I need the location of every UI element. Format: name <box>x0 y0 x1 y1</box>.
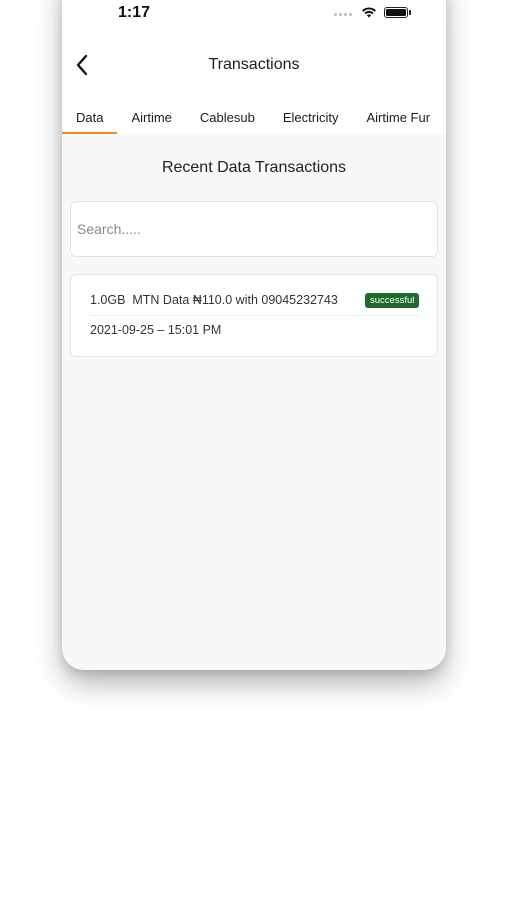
section-title: Recent Data Transactions <box>161 159 347 176</box>
page-title: Transactions <box>208 56 300 73</box>
status-time: 1:17 <box>118 4 151 21</box>
transaction-description: 1.0GB MTN Data ₦110.0 with 09045232743 <box>90 293 338 307</box>
tab-airtime[interactable]: Airtime <box>117 106 185 134</box>
tab-electricity[interactable]: Electricity <box>269 106 353 134</box>
phone-screen: 1:17 Transactions Data Airtime Cablesub … <box>62 0 446 670</box>
tab-data[interactable]: Data <box>62 106 118 134</box>
app-header: Transactions <box>62 30 446 106</box>
transaction-date: 2021-09-25 – 15:01 PM <box>90 323 222 337</box>
wifi-icon <box>362 7 376 18</box>
battery-icon <box>384 7 408 18</box>
status-badge: successful <box>365 293 420 308</box>
divider <box>90 315 420 316</box>
search-input[interactable] <box>70 201 438 257</box>
battery-cap <box>409 10 411 15</box>
status-bar: 1:17 <box>62 0 446 30</box>
tab-cablesub[interactable]: Cablesub <box>186 106 269 134</box>
tab-airtime-funding[interactable]: Airtime Fur <box>352 106 444 134</box>
transaction-type-tabs: Data Airtime Cablesub Electricity Airtim… <box>62 106 446 134</box>
transaction-card[interactable]: 1.0GB MTN Data ₦110.0 with 09045232743 s… <box>70 274 438 357</box>
signal-dots-icon <box>334 13 352 16</box>
